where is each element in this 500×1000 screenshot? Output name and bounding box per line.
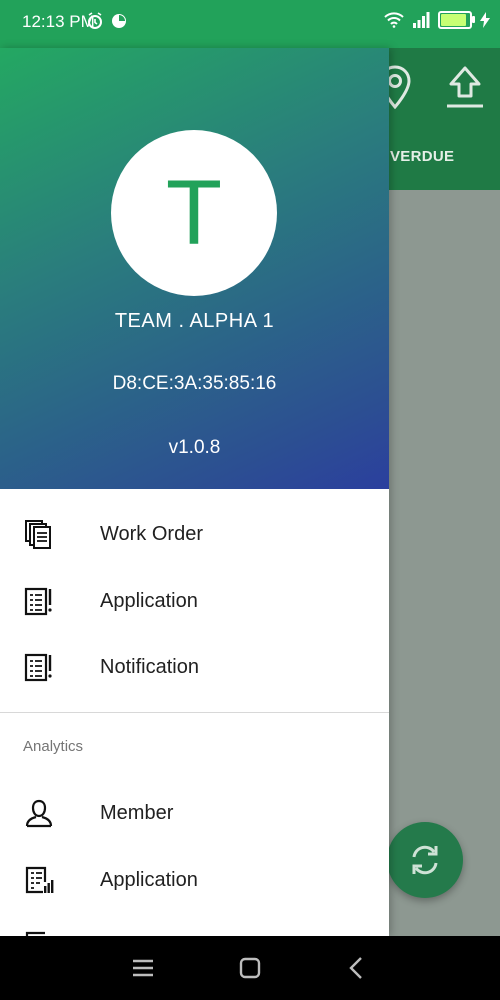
drawer-header: T TEAM . ALPHA 1 D8:CE:3A:35:85:16 v1.0.… (0, 48, 389, 489)
refresh-button[interactable] (387, 822, 463, 898)
system-navigation-bar (0, 936, 500, 1000)
notification-icon (24, 653, 52, 682)
battery-icon (438, 11, 475, 29)
application-analytics-icon (25, 866, 54, 894)
tab-overdue[interactable]: OVERDUE (378, 148, 454, 165)
work-order-icon (25, 520, 51, 549)
team-name: TEAM . ALPHA 1 (114, 310, 275, 332)
menu-item-work-order[interactable]: Work Order (0, 501, 389, 567)
status-system-icons (384, 11, 490, 29)
app-notification-icon (112, 14, 126, 28)
menu-icon[interactable] (131, 956, 155, 980)
menu-label-member: Member (100, 801, 174, 824)
menu-item-partial[interactable] (0, 914, 389, 936)
status-bar: 12:13 PM (0, 0, 500, 48)
avatar-letter: T (165, 162, 223, 264)
menu-item-application[interactable]: Application (0, 568, 389, 634)
menu-label-notification: Notification (100, 655, 199, 678)
menu-label-application: Application (100, 589, 198, 612)
menu-item-member[interactable]: Member (0, 780, 389, 846)
status-notifications (87, 12, 127, 30)
alarm-icon (88, 12, 102, 29)
navigation-drawer: T TEAM . ALPHA 1 D8:CE:3A:35:85:16 v1.0.… (0, 48, 389, 936)
charging-icon (480, 12, 490, 28)
menu-item-notification[interactable]: Notification (0, 634, 389, 700)
refresh-icon (412, 845, 438, 875)
member-icon (25, 799, 53, 828)
signal-icon (413, 12, 430, 28)
application-icon (24, 587, 52, 616)
home-icon[interactable] (238, 956, 262, 980)
menu-label-work-order: Work Order (100, 522, 203, 545)
wifi-icon (384, 12, 404, 28)
menu-divider (0, 712, 389, 713)
menu-item-application-analytics[interactable]: Application (0, 847, 389, 913)
menu-label-application-analytics: Application (100, 868, 198, 891)
app-version: v1.0.8 (168, 437, 221, 458)
back-icon[interactable] (345, 956, 369, 980)
status-time: 12:13 PM (22, 12, 95, 31)
avatar: T (111, 130, 277, 296)
upload-icon[interactable] (445, 64, 485, 110)
mac-address: D8:CE:3A:35:85:16 (112, 373, 277, 394)
section-title-analytics: Analytics (23, 738, 84, 755)
